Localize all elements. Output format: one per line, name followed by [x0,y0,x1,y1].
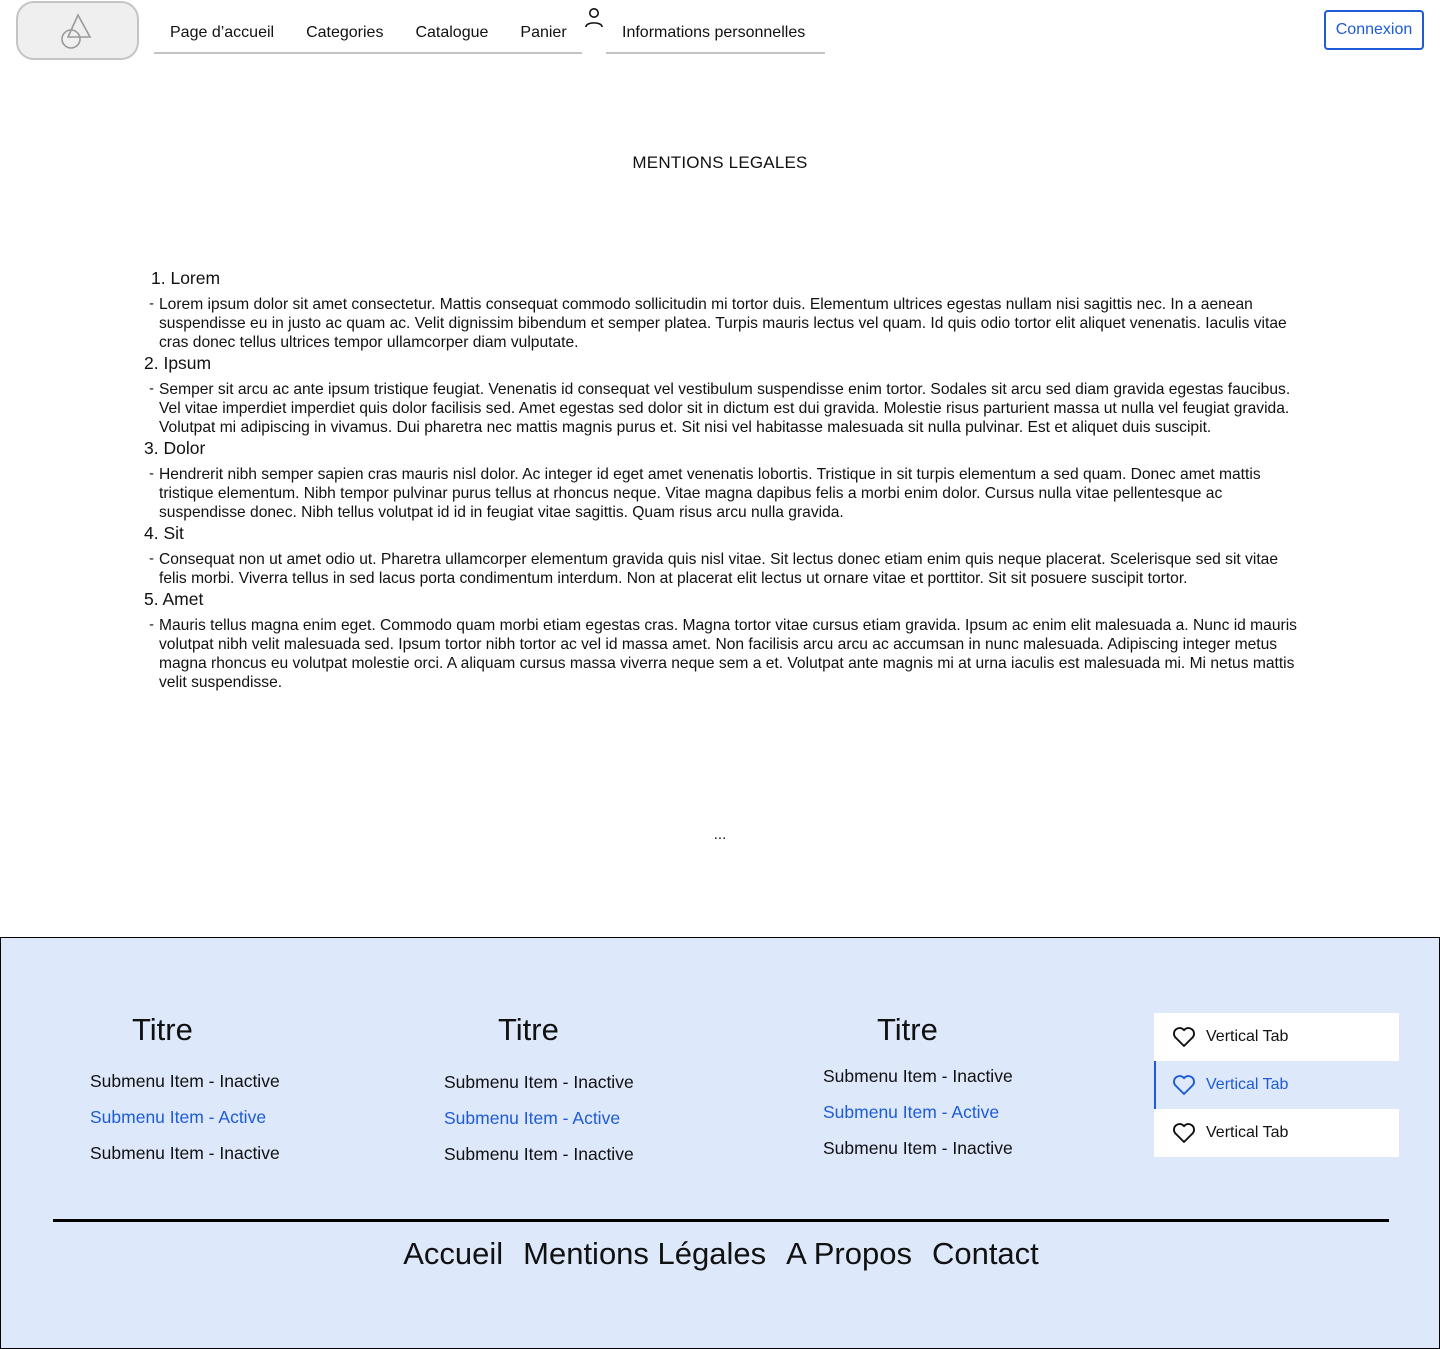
dash-marker: - [149,296,154,312]
footer-link-home[interactable]: Accueil [403,1236,503,1272]
submenu-item[interactable]: Submenu Item - Inactive [444,1072,634,1093]
submenu-item[interactable]: Submenu Item - Inactive [823,1066,1013,1087]
section-text: Mauris tellus magna enim eget. Commodo q… [159,617,1297,691]
page-title: MENTIONS LEGALES [632,153,808,172]
section-body: - Hendrerit nibh semper sapien cras maur… [144,465,1304,522]
nav-home[interactable]: Page d’accueil [154,24,290,42]
legal-sections: 1. Lorem - Lorem ipsum dolor sit amet co… [144,267,1304,692]
vertical-tab-label: Vertical Tab [1206,1028,1289,1045]
logo-shapes-icon [61,13,92,49]
dash-marker: - [149,466,154,482]
vertical-tab-active[interactable]: Vertical Tab [1154,1061,1399,1109]
section-text: Consequat non ut amet odio ut. Pharetra … [159,551,1279,587]
heart-icon [1173,1027,1195,1047]
footer-link-legal[interactable]: Mentions Légales [523,1236,766,1272]
submenu-item-active[interactable]: Submenu Item - Active [823,1102,999,1123]
submenu-item[interactable]: Submenu Item - Inactive [444,1144,634,1165]
dash-marker: - [149,551,154,567]
submenu-item[interactable]: Submenu Item - Inactive [90,1143,280,1164]
section-heading: 2. Ipsum [144,353,212,373]
ellipsis: ... [713,826,727,843]
section-body: - Lorem ipsum dolor sit amet consectetur… [144,295,1304,352]
vertical-tab[interactable]: Vertical Tab [1154,1109,1399,1157]
section-body: - Semper sit arcu ac ante ipsum tristiqu… [144,380,1304,437]
vertical-tab[interactable]: Vertical Tab [1154,1013,1399,1061]
footer-link-about[interactable]: A Propos [786,1236,912,1272]
heart-icon [1173,1075,1195,1095]
submenu-item[interactable]: Submenu Item - Inactive [823,1138,1013,1159]
footer-column-title: Titre [498,1012,559,1047]
section-heading: 5. Amet [144,589,204,609]
user-icon[interactable] [583,6,605,30]
footer-links: Accueil Mentions Légales A Propos Contac… [1,1236,1440,1272]
account-nav: Informations personnelles [606,14,825,54]
nav-cart[interactable]: Panier [504,24,582,42]
heart-icon [1173,1123,1195,1143]
footer-column-title: Titre [132,1012,193,1047]
dash-marker: - [149,381,154,397]
logo[interactable] [16,1,139,60]
section-heading: 4. Sit [144,523,184,543]
footer-divider [53,1219,1389,1222]
nav-catalogue[interactable]: Catalogue [399,24,504,42]
footer-column-title: Titre [877,1012,938,1047]
submenu-item-active[interactable]: Submenu Item - Active [90,1107,266,1128]
section-text: Lorem ipsum dolor sit amet consectetur. … [159,296,1287,351]
section-body: - Mauris tellus magna enim eget. Commodo… [144,616,1304,692]
section-body: - Consequat non ut amet odio ut. Pharetr… [144,550,1304,588]
main-nav: Page d’accueil Categories Catalogue Pani… [154,14,582,54]
section-heading: 1. Lorem [151,268,221,288]
submenu-item[interactable]: Submenu Item - Inactive [90,1071,280,1092]
nav-categories[interactable]: Categories [290,24,399,42]
submenu-item-active[interactable]: Submenu Item - Active [444,1108,620,1129]
vertical-tab-label: Vertical Tab [1206,1124,1289,1141]
vertical-tabs: Vertical Tab Vertical Tab Vertical Tab [1154,1013,1399,1157]
dash-marker: - [149,617,154,633]
footer-link-contact[interactable]: Contact [932,1236,1039,1272]
login-button[interactable]: Connexion [1324,10,1424,50]
nav-personal-info[interactable]: Informations personnelles [606,24,821,42]
section-text: Hendrerit nibh semper sapien cras mauris… [159,466,1261,521]
vertical-tab-label: Vertical Tab [1206,1076,1289,1093]
section-heading: 3. Dolor [144,438,206,458]
section-text: Semper sit arcu ac ante ipsum tristique … [159,381,1291,436]
footer: Titre Submenu Item - Inactive Submenu It… [0,937,1440,1349]
